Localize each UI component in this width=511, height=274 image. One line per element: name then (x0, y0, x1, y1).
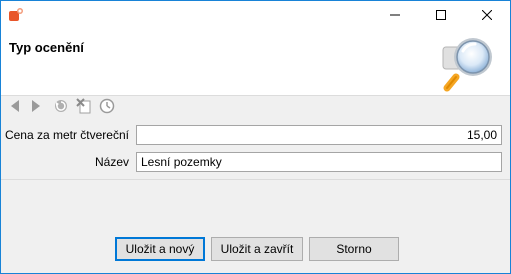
history-button[interactable] (98, 98, 116, 116)
magnifier-icon (441, 33, 503, 95)
dialog-footer: Uložit a nový Uložit a zavřít Storno (1, 179, 510, 273)
title-bar[interactable] (1, 1, 510, 31)
maximize-button[interactable] (418, 1, 464, 31)
forward-button[interactable] (27, 98, 45, 116)
close-icon (481, 9, 493, 23)
minimize-button[interactable] (372, 1, 418, 31)
save-close-button[interactable]: Uložit a zavřít (211, 237, 303, 261)
save-new-button[interactable]: Uložit a nový (115, 237, 205, 261)
toolbar (1, 95, 510, 117)
minimize-icon (390, 9, 400, 23)
name-input[interactable] (136, 152, 502, 172)
maximize-icon (436, 9, 446, 23)
back-button[interactable] (6, 98, 24, 116)
app-icon (8, 7, 24, 23)
close-button[interactable] (464, 1, 510, 31)
back-arrow-icon (8, 99, 22, 116)
price-label: Cena za metr čtvereční (4, 128, 129, 142)
cancel-button[interactable]: Storno (309, 237, 399, 261)
refresh-icon (53, 98, 69, 117)
dialog-header: Typ ocenění (1, 31, 510, 95)
page-title: Typ ocenění (9, 40, 84, 55)
forward-arrow-icon (29, 99, 43, 116)
price-input[interactable] (136, 125, 502, 145)
refresh-button[interactable] (52, 98, 70, 116)
delete-button[interactable] (75, 97, 93, 117)
name-label: Název (94, 155, 129, 169)
history-icon (99, 98, 115, 117)
delete-icon (76, 97, 92, 117)
dialog-window: Typ ocenění Cena za metr čtvereční 15,00… (0, 0, 511, 274)
